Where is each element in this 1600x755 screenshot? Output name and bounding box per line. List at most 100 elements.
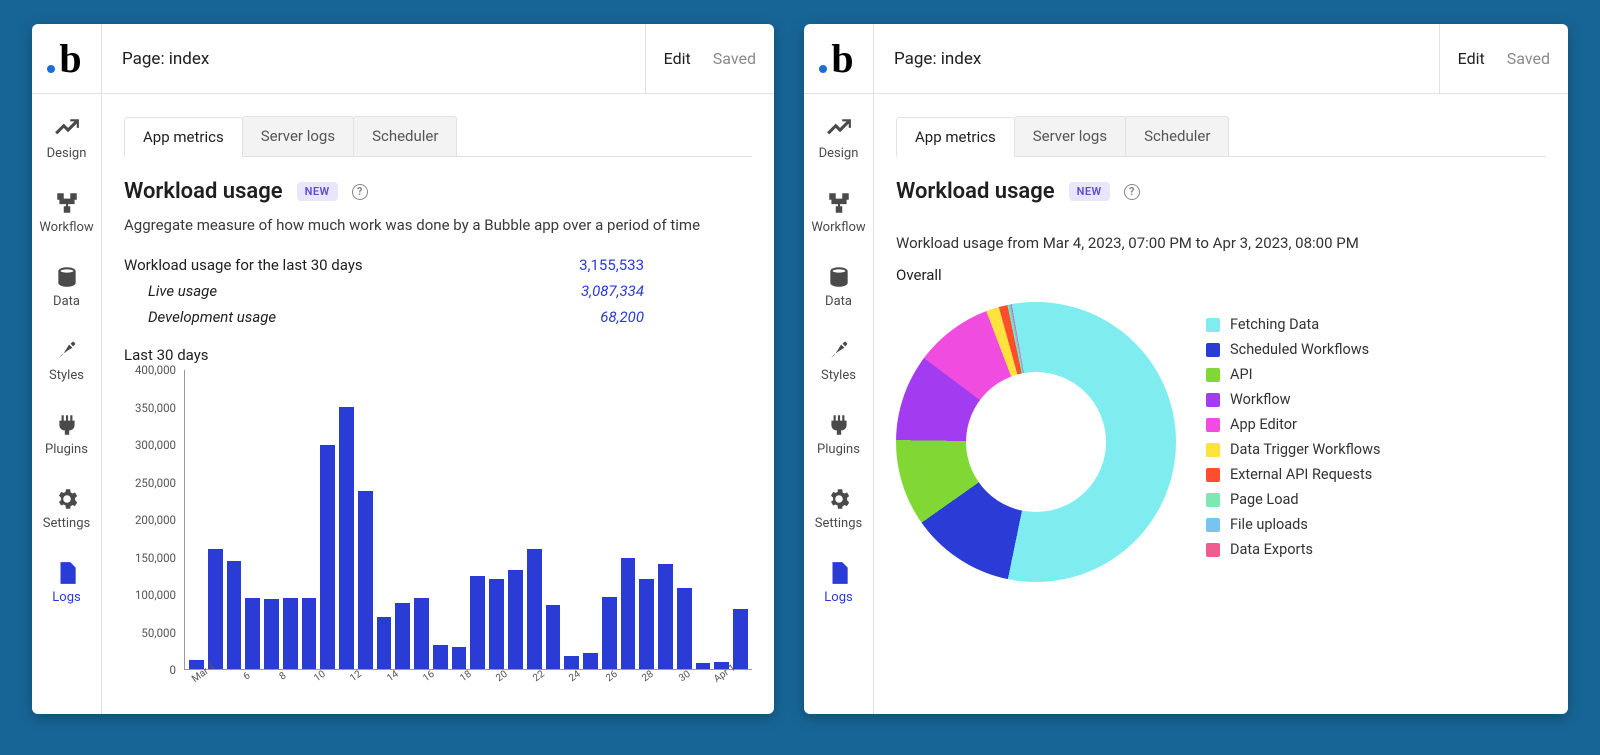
brand-logo[interactable]: b xyxy=(32,24,102,93)
bar[interactable] xyxy=(583,653,598,669)
x-tick xyxy=(621,668,639,685)
sidebar-item-label: Logs xyxy=(52,590,80,605)
workload-bar-chart[interactable]: 050,000100,000150,000200,000250,000300,0… xyxy=(124,370,752,670)
sidebar-item-design[interactable]: Design xyxy=(32,102,101,176)
tab-scheduler[interactable]: Scheduler xyxy=(1125,116,1229,156)
bar[interactable] xyxy=(264,599,279,669)
y-tick: 50,000 xyxy=(141,626,176,640)
bar[interactable] xyxy=(320,445,335,669)
bar[interactable] xyxy=(527,549,542,669)
legend-item[interactable]: Scheduled Workflows xyxy=(1206,337,1546,362)
tab-scheduler[interactable]: Scheduler xyxy=(353,116,457,156)
legend-label: Page Load xyxy=(1230,491,1299,508)
tab-app-metrics[interactable]: App metrics xyxy=(124,117,243,157)
bar[interactable] xyxy=(302,598,317,669)
workload-stats: Workload usage for the last 30 days3,155… xyxy=(124,252,752,330)
sidebar-item-settings[interactable]: Settings xyxy=(32,472,101,546)
sidebar-item-logs[interactable]: Logs xyxy=(32,546,101,620)
sidebar-item-styles[interactable]: Styles xyxy=(32,324,101,398)
brand-logo[interactable]: b xyxy=(804,24,874,93)
legend-item[interactable]: Workflow xyxy=(1206,387,1546,412)
sidebar-item-plugins[interactable]: Plugins xyxy=(804,398,873,472)
sidebar-item-label: Data xyxy=(53,294,80,309)
section-description: Aggregate measure of how much work was d… xyxy=(124,216,752,234)
workload-donut-chart[interactable] xyxy=(896,302,1176,582)
bar[interactable] xyxy=(227,561,242,669)
x-tick: 8 xyxy=(274,668,292,685)
new-badge: NEW xyxy=(297,182,338,201)
sidebar-item-styles[interactable]: Styles xyxy=(804,324,873,398)
tab-app-metrics[interactable]: App metrics xyxy=(896,117,1015,157)
edit-button[interactable]: Edit xyxy=(1458,49,1485,68)
tabs: App metricsServer logsScheduler xyxy=(896,116,1546,157)
stat-value[interactable]: 3,155,533 xyxy=(579,256,644,274)
sidebar-item-logs[interactable]: Logs xyxy=(804,546,873,620)
sidebar-item-plugins[interactable]: Plugins xyxy=(32,398,101,472)
legend-item[interactable]: App Editor xyxy=(1206,412,1546,437)
legend-item[interactable]: Data Trigger Workflows xyxy=(1206,437,1546,462)
bar[interactable] xyxy=(452,647,467,669)
tab-server-logs[interactable]: Server logs xyxy=(242,116,354,156)
sidebar-item-design[interactable]: Design xyxy=(804,102,873,176)
bar[interactable] xyxy=(208,549,223,669)
legend-label: Data Exports xyxy=(1230,541,1313,558)
page-selector[interactable]: Page: index xyxy=(102,24,645,93)
x-tick xyxy=(694,668,712,685)
y-tick: 0 xyxy=(170,663,176,677)
x-tick xyxy=(329,668,347,685)
sidebar-item-data[interactable]: Data xyxy=(804,250,873,324)
help-icon[interactable]: ? xyxy=(1124,184,1140,200)
edit-button[interactable]: Edit xyxy=(664,49,691,68)
legend-item[interactable]: Fetching Data xyxy=(1206,312,1546,337)
bar[interactable] xyxy=(639,579,654,669)
x-tick xyxy=(220,668,238,685)
bar[interactable] xyxy=(470,576,485,669)
x-tick: 26 xyxy=(603,668,621,685)
x-tick xyxy=(475,668,493,685)
bar[interactable] xyxy=(245,598,260,669)
topbar: b Page: index Edit Saved xyxy=(32,24,774,94)
sidebar-item-label: Plugins xyxy=(45,442,88,457)
legend-swatch xyxy=(1206,343,1220,357)
legend-swatch xyxy=(1206,493,1220,507)
bar[interactable] xyxy=(433,645,448,669)
legend-item[interactable]: Data Exports xyxy=(1206,537,1546,562)
x-tick xyxy=(366,668,384,685)
stat-value[interactable]: 3,087,334 xyxy=(581,282,644,300)
legend-label: External API Requests xyxy=(1230,466,1372,483)
bar[interactable] xyxy=(395,603,410,669)
y-tick: 150,000 xyxy=(135,551,176,565)
stat-value[interactable]: 68,200 xyxy=(600,308,644,326)
bar[interactable] xyxy=(358,491,373,669)
bar[interactable] xyxy=(489,579,504,669)
sidebar-item-workflow[interactable]: Workflow xyxy=(32,176,101,250)
bar[interactable] xyxy=(733,609,748,669)
bar[interactable] xyxy=(621,558,636,669)
x-tick: 14 xyxy=(384,668,402,685)
bar[interactable] xyxy=(677,588,692,669)
page-selector[interactable]: Page: index xyxy=(874,24,1439,93)
tab-server-logs[interactable]: Server logs xyxy=(1014,116,1126,156)
help-icon[interactable]: ? xyxy=(352,184,368,200)
sidebar-item-settings[interactable]: Settings xyxy=(804,472,873,546)
legend-item[interactable]: External API Requests xyxy=(1206,462,1546,487)
bar[interactable] xyxy=(283,598,298,669)
legend-item[interactable]: File uploads xyxy=(1206,512,1546,537)
chart-range-label: Last 30 days xyxy=(124,346,752,364)
bar[interactable] xyxy=(339,407,354,669)
bar[interactable] xyxy=(414,598,429,669)
bar[interactable] xyxy=(508,570,523,669)
legend-item[interactable]: API xyxy=(1206,362,1546,387)
bar[interactable] xyxy=(658,564,673,669)
section-title: Workload usage xyxy=(124,179,283,204)
legend-label: Data Trigger Workflows xyxy=(1230,441,1380,458)
sidebar-item-label: Workflow xyxy=(811,220,865,235)
bar[interactable] xyxy=(602,597,617,669)
bar[interactable] xyxy=(546,605,561,669)
y-tick: 350,000 xyxy=(135,401,176,415)
sidebar-item-label: Settings xyxy=(815,516,862,531)
sidebar-item-data[interactable]: Data xyxy=(32,250,101,324)
bar[interactable] xyxy=(377,617,392,669)
sidebar-item-workflow[interactable]: Workflow xyxy=(804,176,873,250)
legend-item[interactable]: Page Load xyxy=(1206,487,1546,512)
